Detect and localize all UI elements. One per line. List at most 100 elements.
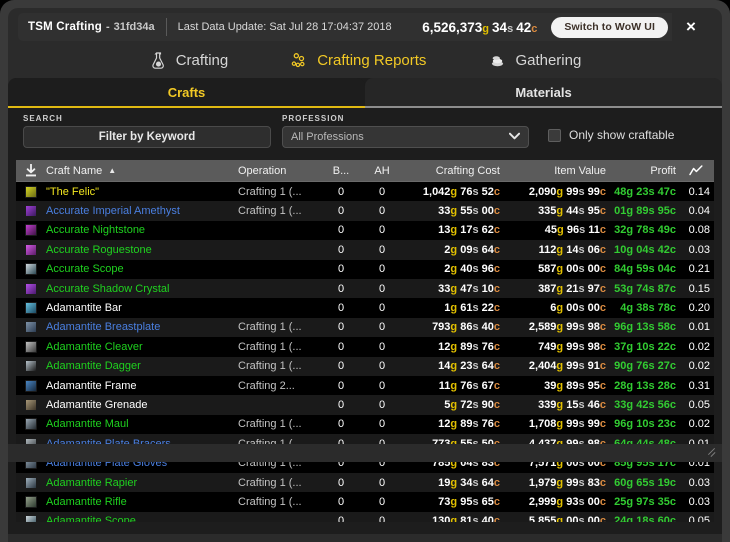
column-header-craft-name-label: Craft Name	[46, 164, 103, 177]
table-row[interactable]: Accurate Shadow Crystal 0 0 33g 47s 10c 387g…	[16, 278, 714, 299]
crafting-cost-cell: 793g 86s 40c	[432, 321, 500, 334]
profit-cell: 1,696g 10s 23c	[614, 418, 676, 431]
crafting-cost-cell: 1g 61s 22c	[444, 302, 500, 315]
craft-name-cell: Accurate Scope	[46, 263, 124, 276]
close-icon[interactable]: ×	[672, 13, 710, 41]
column-header-b[interactable]: B...	[320, 165, 362, 177]
profit-cell: 1,960g 65s 19c	[614, 476, 676, 489]
table-row[interactable]: Adamantite Maul Crafting 1 (... 0 0 12g 89s …	[16, 414, 714, 435]
table-row[interactable]: Accurate Scope 0 0 2g 40s 96c 587g 00s 00c 58…	[16, 259, 714, 279]
column-header-ah[interactable]: AH	[362, 165, 402, 177]
craft-name-cell: Adamantite Cleaver	[46, 340, 143, 353]
table-row[interactable]: "The Felic" Crafting 1 (... 0 0 1,042g 76s 5…	[16, 182, 714, 202]
craft-name-cell: Accurate Imperial Amethyst	[46, 205, 180, 218]
item-value-cell: 387g 21s 97c	[538, 282, 606, 295]
profit-ratio-cell: 0.04	[688, 205, 710, 218]
profit-ratio-cell: 0.03	[688, 243, 710, 256]
table-row[interactable]: Accurate Nightstone 0 0 13g 17s 62c 45g 96s …	[16, 220, 714, 241]
profit-ratio-cell: 0.21	[688, 263, 710, 276]
bank-qty-cell: 0	[337, 224, 345, 237]
table-row[interactable]: Adamantite Grenade 0 0 5g 72s 90c 339g 15s 4…	[16, 395, 714, 415]
only-show-craftable-checkbox[interactable]	[548, 128, 561, 142]
profit-cell: 2,925g 97s 35c	[614, 495, 676, 508]
ah-qty-cell: 0	[378, 243, 386, 256]
table-row[interactable]: Adamantite Breastplate Crafting 1 (... 0 0 7…	[16, 317, 714, 338]
profit-ratio-cell: 0.14	[688, 185, 710, 198]
craft-name-cell: Accurate Nightstone	[46, 224, 146, 237]
tab-crafting-reports-label: Crafting Reports	[317, 51, 427, 69]
money-gold-amount: 6,526,373	[422, 19, 483, 35]
money-copper-amount: 42	[516, 19, 532, 35]
tab-crafting-reports[interactable]: Crafting Reports	[286, 49, 430, 72]
item-icon	[16, 340, 46, 353]
profession-selected-value: All Professions	[291, 131, 364, 143]
table-body: "The Felic" Crafting 1 (... 0 0 1,042g 76s 5…	[16, 182, 714, 522]
money-display: 6,526,373 g 34 s 42 c	[422, 20, 537, 35]
search-input[interactable]	[23, 126, 271, 148]
ah-qty-cell: 0	[378, 185, 386, 198]
ah-qty-cell: 0	[378, 495, 386, 508]
bank-qty-cell: 0	[337, 379, 345, 392]
item-value-cell: 1,708g 99s 99c	[528, 418, 606, 431]
bank-qty-cell: 0	[337, 418, 345, 431]
table-row[interactable]: Adamantite Scope 0 0 130g 81s 40c 5,855g 00s…	[16, 511, 714, 522]
crafting-cost-cell: 1,042g 76s 52c	[422, 185, 500, 198]
profession-dropdown[interactable]: All Professions	[282, 126, 529, 148]
column-header-item-value[interactable]: Item Value	[508, 165, 614, 177]
crafting-cost-cell: 5g 72s 90c	[444, 398, 500, 411]
column-header-craft-name[interactable]: Craft Name ▲	[46, 165, 234, 177]
table-row[interactable]: Adamantite Bar 0 0 1g 61s 22c 6g 00s 00c 4g 3…	[16, 298, 714, 318]
bank-qty-cell: 0	[337, 515, 345, 522]
item-value-cell: 39g 89s 95c	[544, 379, 606, 392]
download-icon	[26, 164, 36, 177]
ah-qty-cell: 0	[378, 302, 386, 315]
column-header-profit-ratio[interactable]	[682, 165, 714, 176]
profit-cell: 32g 78s 49c	[614, 224, 676, 237]
crafting-cost-cell: 2g 09s 64c	[444, 243, 500, 256]
table-row[interactable]: Adamantite Rapier Crafting 1 (... 0 0 19g 34…	[16, 472, 714, 493]
profit-cell: 301g 89s 95c	[614, 205, 676, 218]
profit-ratio-cell: 0.02	[688, 360, 710, 373]
version-separator: -	[105, 21, 110, 33]
subtab-materials[interactable]: Materials	[365, 78, 722, 106]
tab-gathering[interactable]: Gathering	[484, 49, 585, 72]
table-row[interactable]: Adamantite Dagger Crafting 1 (... 0 0 14g 23…	[16, 356, 714, 376]
ah-qty-cell: 0	[378, 418, 386, 431]
table-row[interactable]: Adamantite Frame Crafting 2... 0 0 11g 76s 6…	[16, 375, 714, 396]
profit-ratio-cell: 0.02	[688, 418, 710, 431]
bank-qty-cell: 0	[337, 476, 345, 489]
tab-crafting[interactable]: Crafting	[145, 49, 233, 72]
tsm-crafting-window: TSM Crafting - 31fd34a Last Data Update:…	[0, 0, 730, 542]
filter-bar: SEARCH PROFESSION All Professions Only s…	[8, 108, 722, 153]
operation-cell: Crafting 1 (...	[238, 185, 302, 198]
craft-name-cell: Adamantite Scope	[46, 515, 136, 522]
ah-qty-cell: 0	[378, 263, 386, 276]
column-header-profit[interactable]: Profit	[614, 165, 682, 177]
profit-ratio-cell: 0.15	[688, 282, 710, 295]
table-row[interactable]: Accurate Roguestone 0 0 2g 09s 64c 112g 14s …	[16, 240, 714, 260]
column-header-download[interactable]	[16, 164, 46, 177]
operation-cell: Crafting 2...	[238, 379, 295, 392]
only-show-craftable-toggle[interactable]: Only show craftable	[548, 128, 674, 142]
table-row[interactable]: Adamantite Rifle Crafting 1 (... 0 0 73g 95s…	[16, 492, 714, 512]
profit-ratio-cell: 0.31	[688, 379, 710, 392]
bank-qty-cell: 0	[337, 282, 345, 295]
item-icon	[16, 205, 46, 218]
ah-qty-cell: 0	[378, 340, 386, 353]
resize-grip[interactable]	[706, 447, 716, 459]
column-header-crafting-cost[interactable]: Crafting Cost	[402, 165, 508, 177]
switch-to-wow-ui-button[interactable]: Switch to WoW UI	[551, 16, 668, 38]
crafting-cost-cell: 33g 55s 00c	[438, 205, 500, 218]
subtab-crafts[interactable]: Crafts	[8, 78, 365, 106]
crafting-cost-cell: 12g 89s 76c	[438, 418, 500, 431]
ah-qty-cell: 0	[378, 282, 386, 295]
crafting-cost-cell: 19g 34s 64c	[438, 476, 500, 489]
item-value-cell: 112g 14s 06c	[538, 243, 606, 256]
column-header-operation[interactable]: Operation	[234, 165, 320, 177]
profit-cell: 28g 13s 28c	[614, 379, 676, 392]
tab-crafting-label: Crafting	[175, 51, 229, 69]
table-row[interactable]: Accurate Imperial Amethyst Crafting 1 (..…	[16, 201, 714, 221]
table-row[interactable]: Adamantite Cleaver Crafting 1 (... 0 0 12g 8…	[16, 337, 714, 357]
item-value-cell: 339g 15s 46c	[538, 398, 606, 411]
bank-qty-cell: 0	[337, 360, 345, 373]
